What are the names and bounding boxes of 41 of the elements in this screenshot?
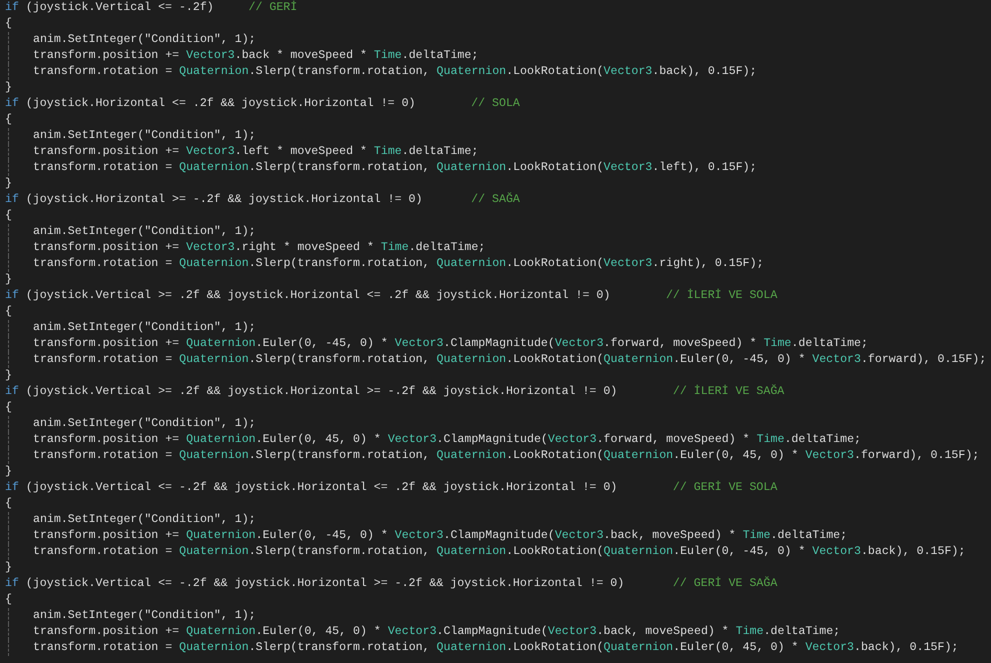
code-line: } — [5, 176, 12, 192]
code-line: anim.SetInteger("Condition", 1); — [8, 608, 256, 624]
code-line: { — [5, 592, 12, 608]
code-line: transform.position += Quaternion.Euler(0, 45, 0) * Vector3.ClampMagnitude(Vector3.forward, moveSpeed) * Time.deltaTime; — [8, 432, 861, 448]
code-line: anim.SetInteger("Condition", 1); — [8, 128, 256, 144]
code-line: if (joystick.Vertical >= .2f && joystick.Horizontal >= -.2f && joystick.Horizontal != 0) // İLERİ VE SAĞA — [5, 384, 784, 400]
code-line: } — [5, 80, 12, 96]
code-line: { — [5, 112, 12, 128]
code-line: if (joystick.Vertical <= -.2f) // GERİ — [5, 0, 298, 16]
code-line: { — [5, 304, 12, 320]
code-line: } — [5, 368, 12, 384]
code-line: { — [5, 400, 12, 416]
code-line: } — [5, 464, 12, 480]
code-line: transform.rotation = Quaternion.Slerp(transform.rotation, Quaternion.LookRotation(Quaternion.Euler(0, 45, 0) * Vector3.forward), 0.15F); — [8, 448, 980, 464]
code-line: anim.SetInteger("Condition", 1); — [8, 320, 256, 336]
code-line: transform.rotation = Quaternion.Slerp(transform.rotation, Quaternion.LookRotation(Quaternion.Euler(0, 45, 0) * Vector3.back), 0.15F); — [8, 640, 958, 656]
code-line: } — [5, 560, 12, 576]
code-line: anim.SetInteger("Condition", 1); — [8, 416, 256, 432]
code-line: if (joystick.Vertical <= -.2f && joystick.Horizontal <= .2f && joystick.Horizontal != 0) // GERİ VE SOLA — [5, 480, 778, 496]
code-line: transform.position += Quaternion.Euler(0, 45, 0) * Vector3.ClampMagnitude(Vector3.back, moveSpeed) * Time.deltaTime; — [8, 624, 840, 640]
code-line: { — [5, 16, 12, 32]
code-line: transform.rotation = Quaternion.Slerp(transform.rotation, Quaternion.LookRotation(Vector3.right), 0.15F); — [8, 256, 764, 272]
code-line: if (joystick.Horizontal <= .2f && joystick.Horizontal != 0) // SOLA — [5, 96, 520, 112]
code-line: transform.position += Vector3.right * moveSpeed * Time.deltaTime; — [8, 240, 486, 256]
code-line: { — [5, 208, 12, 224]
code-line: transform.rotation = Quaternion.Slerp(transform.rotation, Quaternion.LookRotation(Quaternion.Euler(0, -45, 0) * Vector3.forward), 0.15F); — [8, 352, 986, 368]
code-line: transform.position += Vector3.left * moveSpeed * Time.deltaTime; — [8, 144, 478, 160]
code-line: if (joystick.Vertical <= -.2f && joystick.Horizontal >= -.2f && joystick.Horizontal != 0) // GERİ VE SAĞA — [5, 576, 778, 592]
code-line: } — [5, 272, 12, 288]
code-line: anim.SetInteger("Condition", 1); — [8, 224, 256, 240]
code-line: anim.SetInteger("Condition", 1); — [8, 32, 256, 48]
code-line: transform.position += Vector3.back * moveSpeed * Time.deltaTime; — [8, 48, 478, 64]
code-line: transform.position += Quaternion.Euler(0, -45, 0) * Vector3.ClampMagnitude(Vector3.forward, moveSpeed) * Time.deltaTime; — [8, 336, 868, 352]
code-line: if (joystick.Horizontal >= -.2f && joystick.Horizontal != 0) // SAĞA — [5, 192, 520, 208]
code-line: transform.position += Quaternion.Euler(0, -45, 0) * Vector3.ClampMagnitude(Vector3.back, moveSpeed) * Time.deltaTime; — [8, 528, 848, 544]
code-line: transform.rotation = Quaternion.Slerp(transform.rotation, Quaternion.LookRotation(Quaternion.Euler(0, -45, 0) * Vector3.back), 0.15F); — [8, 544, 966, 560]
code-line: transform.rotation = Quaternion.Slerp(transform.rotation, Quaternion.LookRotation(Vector3.left), 0.15F); — [8, 160, 757, 176]
code-line: if (joystick.Vertical >= .2f && joystick.Horizontal <= .2f && joystick.Horizontal != 0) // İLERİ VE SOLA — [5, 288, 778, 304]
code-line: { — [5, 496, 12, 512]
code-line: transform.rotation = Quaternion.Slerp(transform.rotation, Quaternion.LookRotation(Vector3.back), 0.15F); — [8, 64, 757, 80]
code-line: anim.SetInteger("Condition", 1); — [8, 512, 256, 528]
